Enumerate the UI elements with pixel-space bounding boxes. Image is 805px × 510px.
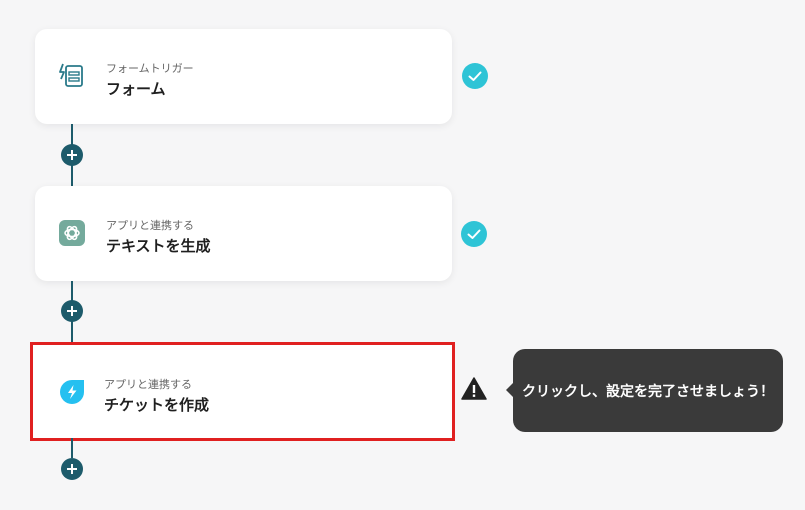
- step-title: チケットを作成: [104, 396, 210, 414]
- warning-icon: [461, 377, 487, 400]
- setup-tooltip: クリックし、設定を完了させましょう！: [506, 349, 783, 432]
- freshdesk-icon: [57, 377, 87, 407]
- step-subtitle: フォームトリガー: [106, 62, 194, 75]
- step-card-generate-text[interactable]: アプリと連携する テキストを生成: [35, 186, 452, 281]
- tooltip-text: クリックし、設定を完了させましょう！: [522, 383, 774, 400]
- add-step-button[interactable]: [61, 458, 83, 480]
- step-card-create-ticket[interactable]: アプリと連携する チケットを作成: [30, 342, 455, 441]
- form-trigger-icon: [57, 61, 87, 91]
- step-subtitle: アプリと連携する: [106, 219, 194, 232]
- step-title: フォーム: [106, 80, 166, 98]
- check-icon: [462, 63, 488, 89]
- flow-connector: [71, 438, 73, 458]
- check-icon: [461, 221, 487, 247]
- add-step-button[interactable]: [61, 144, 83, 166]
- step-title: テキストを生成: [106, 237, 211, 255]
- add-step-button[interactable]: [61, 300, 83, 322]
- step-card-form-trigger[interactable]: フォームトリガー フォーム: [35, 29, 452, 124]
- openai-icon: [57, 218, 87, 248]
- step-subtitle: アプリと連携する: [104, 378, 192, 391]
